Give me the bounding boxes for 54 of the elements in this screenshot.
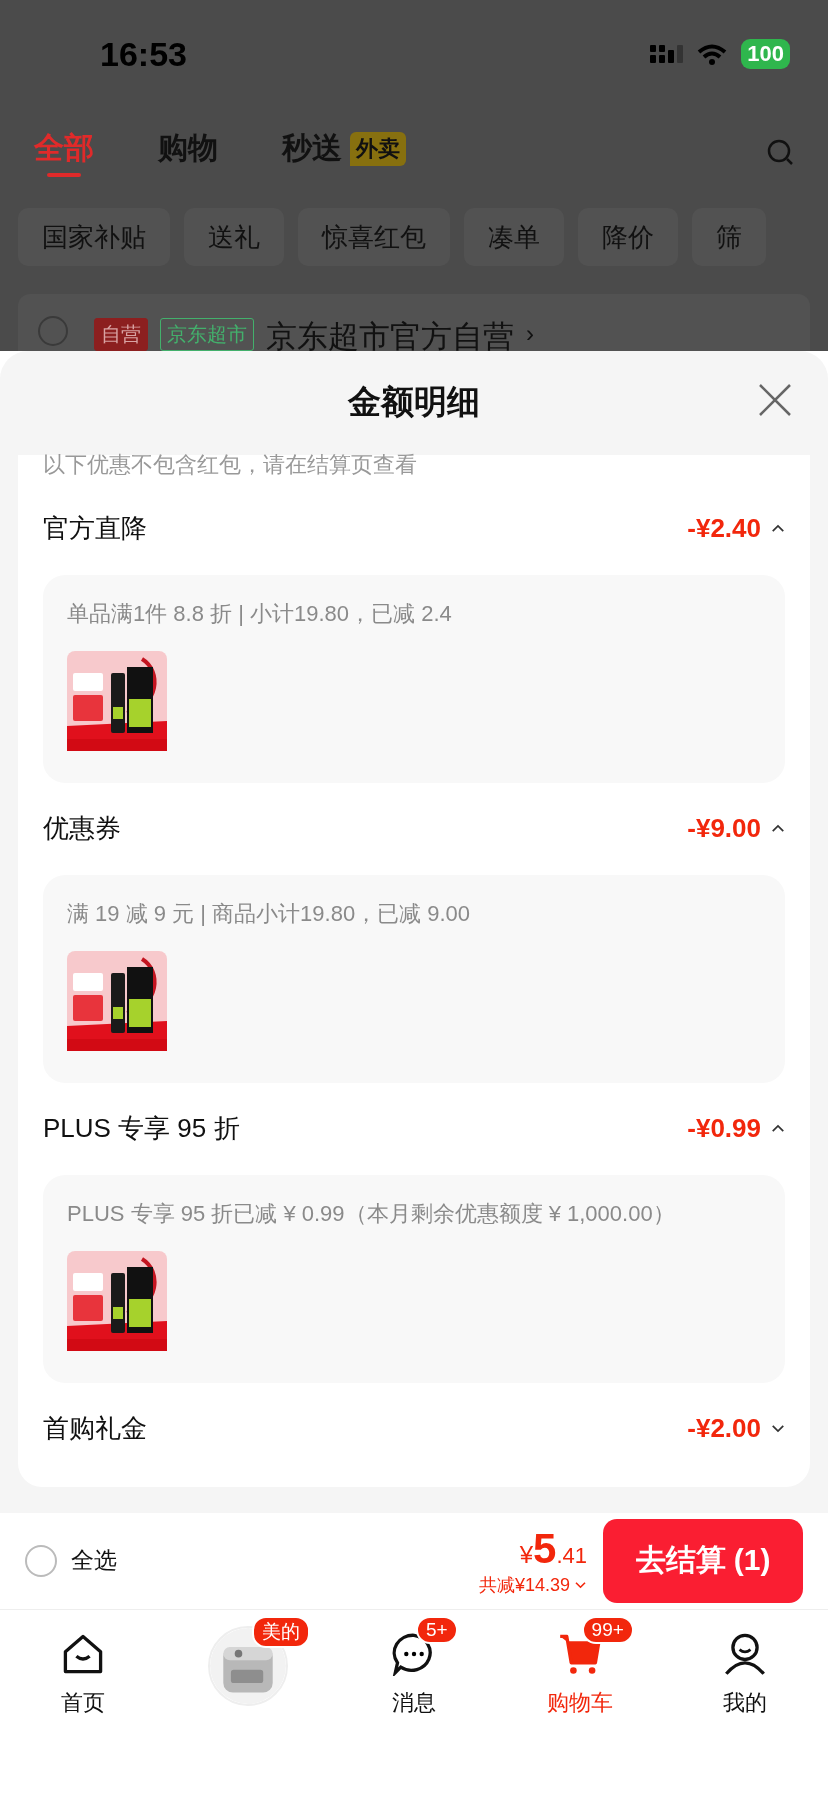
nav-label: 消息 (392, 1688, 436, 1717)
category-tab[interactable]: 购物 (158, 127, 218, 177)
nav-label: 我的 (723, 1688, 768, 1717)
chevron-icon: › (526, 320, 534, 348)
detail-text: 满 19 减 9 元 | 商品小计19.80，已减 9.00 (67, 899, 472, 928)
count-badge: 美的 (252, 1615, 311, 1648)
store-tag: 自营 (94, 318, 148, 351)
filter-chip[interactable]: 送礼 (184, 208, 284, 266)
discount-title: PLUS 专享 95 折 (43, 1112, 240, 1146)
count-badge: 99+ (581, 1615, 634, 1644)
checkout-button[interactable]: 去结算 (1) (603, 1518, 803, 1603)
filter-chip[interactable]: 筛 (692, 208, 766, 266)
discount-amount: -¥0.99 (687, 1113, 761, 1145)
nav-label: 首页 (60, 1688, 105, 1717)
store-tag: 京东超市 (160, 318, 254, 351)
filter-chip[interactable]: 降价 (578, 208, 678, 266)
caret-icon[interactable] (771, 523, 785, 535)
caret-icon[interactable] (771, 1123, 785, 1135)
select-radio[interactable] (38, 316, 68, 346)
tab-badge: 外卖 (350, 131, 406, 166)
saved-amount[interactable]: 共减¥14.39 (478, 1572, 570, 1597)
person-icon (723, 1631, 768, 1676)
status-time: 16:53 (100, 34, 187, 74)
close-icon[interactable] (758, 382, 792, 417)
select-all-label[interactable]: 全选 (71, 1545, 117, 1577)
count-badge: 5+ (416, 1615, 458, 1644)
signal-icon (650, 44, 684, 64)
nav-label: 购物车 (546, 1688, 613, 1717)
notice-text: 以下优惠不包含红包，请在结算页查看 (42, 454, 418, 479)
nav-tab[interactable]: 我的 (662, 1609, 828, 1734)
nav-tab[interactable]: 首页 (0, 1609, 166, 1734)
discount-title: 首购礼金 (43, 1412, 147, 1446)
detail-text: 单品满1件 8.8 折 | 小计19.80，已减 2.4 (67, 599, 453, 628)
nav-tab[interactable]: 5+ 消息 (331, 1609, 497, 1734)
total-price: ¥5.41 (519, 1524, 587, 1573)
wifi-icon (697, 43, 728, 65)
discount-amount: -¥2.40 (687, 513, 761, 545)
category-tab[interactable]: 秒送 外卖 (282, 127, 406, 177)
caret-icon[interactable] (771, 1423, 785, 1435)
caret-icon[interactable] (771, 823, 785, 835)
picture-tab[interactable]: 美的 (165, 1609, 332, 1734)
nav-tab[interactable]: 99+ 购物车 (496, 1609, 663, 1734)
detail-text: PLUS 专享 95 折已减 ¥ 0.99（本月剩余优惠额度 ¥ 1,000.00） (67, 1199, 676, 1228)
discount-amount: -¥2.00 (687, 1413, 761, 1445)
discount-title: 官方直降 (43, 512, 147, 546)
discount-amount: -¥9.00 (687, 813, 761, 845)
discount-title: 优惠券 (43, 812, 121, 846)
filter-chip[interactable]: 凑单 (464, 208, 564, 266)
battery-level: 100 (741, 39, 790, 69)
store-name[interactable]: 京东超市官方自营 (266, 316, 514, 351)
filter-chip[interactable]: 国家补贴 (18, 208, 170, 266)
select-all-radio[interactable] (25, 1544, 57, 1577)
sheet-title: 金额明细 (348, 382, 480, 423)
filter-chip[interactable]: 惊喜红包 (298, 208, 450, 266)
